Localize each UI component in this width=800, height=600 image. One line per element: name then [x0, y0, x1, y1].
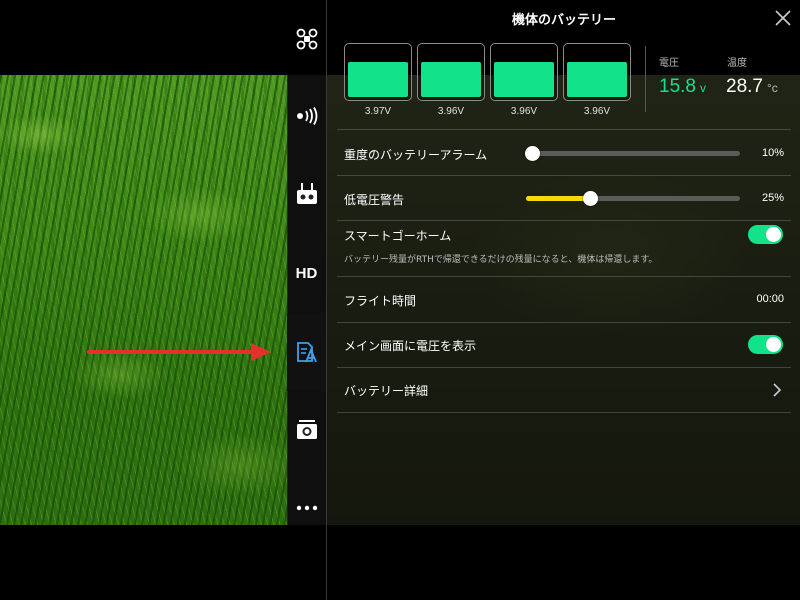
- setting-row-critical-alarm: 重度のバッテリーアラーム 10%: [337, 129, 791, 175]
- setting-row-show-voltage: メイン画面に電圧を表示: [337, 322, 791, 367]
- toolbar-item-more[interactable]: [287, 488, 326, 528]
- hd-icon: HD: [295, 264, 318, 282]
- setting-row-flight-time: フライト時間 00:00: [337, 276, 791, 322]
- panel-title: 機体のバッテリー: [511, 13, 616, 28]
- critical-alarm-slider[interactable]: [525, 146, 740, 161]
- low-voltage-label: 低電圧警告: [344, 193, 405, 207]
- critical-alarm-label: 重度のバッテリーアラーム: [344, 148, 488, 162]
- signal-icon: [296, 107, 317, 125]
- battery-cell: [490, 43, 558, 101]
- remote-controller-icon: [296, 183, 317, 204]
- setting-row-smart-rth: スマートゴーホーム バッテリー残量がRTHで帰還できるだけの残量になると、機体は…: [337, 220, 791, 276]
- smart-rth-description: バッテリー残量がRTHで帰還できるだけの残量になると、機体は帰還します。: [344, 255, 658, 265]
- cell-voltage: 3.96V: [437, 106, 465, 117]
- battery-icon: [296, 342, 317, 363]
- panel-footer-background: [327, 525, 800, 600]
- toolbar-item-battery[interactable]: [287, 313, 326, 391]
- slider-fill: [526, 196, 591, 201]
- voltage-unit: v: [699, 81, 706, 95]
- cell-level-fill: [421, 61, 481, 97]
- cell-voltage: 3.96V: [510, 106, 538, 117]
- toggle-knob: [766, 337, 781, 352]
- toolbar-item-hd[interactable]: HD: [287, 253, 326, 293]
- arrow-annotation: [87, 343, 271, 361]
- cell-voltage: 3.96V: [583, 106, 611, 117]
- setting-row-battery-details[interactable]: バッテリー詳細: [337, 367, 791, 413]
- low-voltage-slider[interactable]: [526, 191, 740, 206]
- camera-icon: [296, 420, 317, 439]
- battery-cell: [563, 43, 631, 101]
- cell-voltage: 3.97V: [364, 106, 392, 117]
- flight-time-label: フライト時間: [344, 294, 417, 308]
- critical-alarm-value: 10%: [761, 147, 784, 159]
- temperature-unit: °c: [766, 81, 778, 95]
- cell-level-fill: [494, 61, 554, 97]
- settings-toolbar: HD: [287, 0, 326, 600]
- show-voltage-label: メイン画面に電圧を表示: [344, 339, 477, 353]
- battery-cell: [417, 43, 485, 101]
- battery-details-label: バッテリー詳細: [344, 384, 429, 398]
- cell-level-fill: [348, 61, 408, 97]
- chevron-right-icon: [773, 383, 781, 397]
- voltage-readout: 15.8 v: [659, 76, 706, 98]
- camera-view: [0, 75, 288, 525]
- battery-settings-panel: 機体のバッテリー 3.97V 3.96V 3.96V 3.96V 電圧 温度 1…: [326, 0, 800, 600]
- more-icon: [296, 505, 317, 511]
- divider: [645, 46, 646, 112]
- toolbar-background: [287, 75, 326, 525]
- setting-row-low-voltage: 低電圧警告 25%: [337, 175, 791, 220]
- smart-rth-label: スマートゴーホーム: [344, 229, 452, 243]
- slider-knob[interactable]: [525, 146, 541, 161]
- toggle-knob: [766, 227, 781, 242]
- voltage-value: 15.8: [659, 76, 696, 97]
- temperature-value: 28.7: [726, 76, 763, 97]
- toolbar-item-camera[interactable]: [287, 410, 326, 450]
- flight-time-value: 00:00: [756, 293, 784, 305]
- show-voltage-toggle[interactable]: [748, 335, 783, 354]
- temperature-readout: 28.7 °c: [726, 76, 778, 98]
- smart-rth-toggle[interactable]: [748, 225, 783, 244]
- toolbar-item-signal[interactable]: [287, 96, 326, 136]
- toolbar-item-remote-controller[interactable]: [287, 174, 326, 214]
- voltage-label: 電圧: [659, 58, 679, 69]
- toolbar-item-aircraft[interactable]: [287, 19, 326, 59]
- drone-icon: [296, 28, 317, 50]
- battery-cell: [344, 43, 412, 101]
- slider-knob[interactable]: [583, 191, 599, 206]
- low-voltage-value: 25%: [761, 192, 784, 204]
- close-icon[interactable]: [774, 9, 792, 27]
- temperature-label: 温度: [727, 58, 747, 69]
- cell-level-fill: [567, 61, 627, 97]
